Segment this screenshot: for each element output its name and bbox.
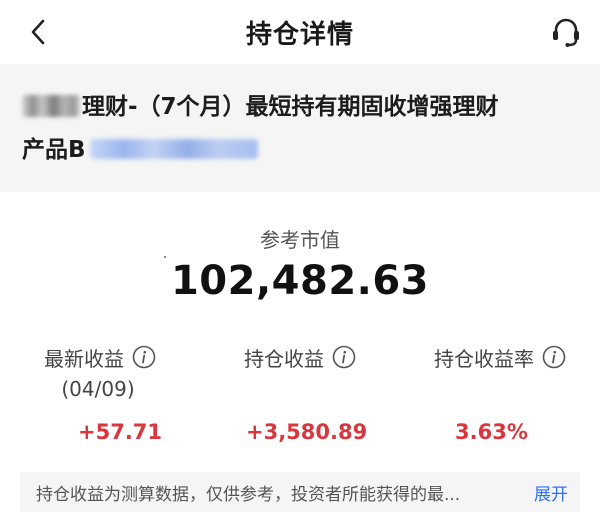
info-icon[interactable]	[132, 345, 156, 369]
holding-income-label: 持仓收益	[244, 346, 324, 371]
chevron-left-icon	[31, 19, 45, 45]
stray-dot	[164, 256, 166, 258]
page-title: 持仓详情	[245, 19, 354, 50]
holding-rate-label: 持仓收益率	[434, 346, 534, 371]
top-navbar: 持仓详情	[0, 0, 600, 64]
back-button[interactable]	[20, 14, 56, 50]
product-name-text: 理财-（7个月）最短持有期固收增强理财	[82, 94, 499, 120]
disclaimer-text: 持仓收益为测算数据，仅供参考，投资者所能获得的最...	[36, 484, 461, 505]
redacted-bank-name	[22, 95, 80, 117]
customer-service-button[interactable]	[546, 12, 586, 52]
market-value-label: 参考市值	[260, 228, 340, 252]
market-value-amount: 102,482.63	[170, 258, 430, 304]
market-value-block: 参考市值 102,482.63	[0, 192, 600, 312]
stat-label-latest-income: 最新收益	[44, 342, 156, 372]
stat-label-holding-rate: 持仓收益率	[434, 342, 566, 372]
latest-income-label: 最新收益	[44, 346, 124, 371]
headset-icon	[553, 18, 579, 47]
stat-label-holding-income: 持仓收益	[244, 342, 356, 372]
holding-income-value: +3,580.89	[246, 420, 368, 444]
latest-income-value: +57.71	[78, 420, 163, 444]
holding-rate-value: 3.63%	[455, 420, 528, 444]
product-name-suffix: 产品B	[22, 137, 86, 163]
info-icon[interactable]	[542, 345, 566, 369]
disclaimer-bar: 持仓收益为测算数据，仅供参考，投资者所能获得的最... 展开	[20, 472, 580, 512]
product-name-line1: 理财-（7个月）最短持有期固收增强理财	[22, 86, 580, 129]
product-info-panel: 理财-（7个月）最短持有期固收增强理财 产品B	[0, 64, 600, 192]
expand-link[interactable]: 展开	[534, 480, 568, 505]
latest-income-date: (04/09)	[61, 377, 135, 401]
redacted-product-code	[89, 139, 258, 159]
product-name-line2: 产品B	[22, 129, 580, 172]
info-icon[interactable]	[332, 345, 356, 369]
